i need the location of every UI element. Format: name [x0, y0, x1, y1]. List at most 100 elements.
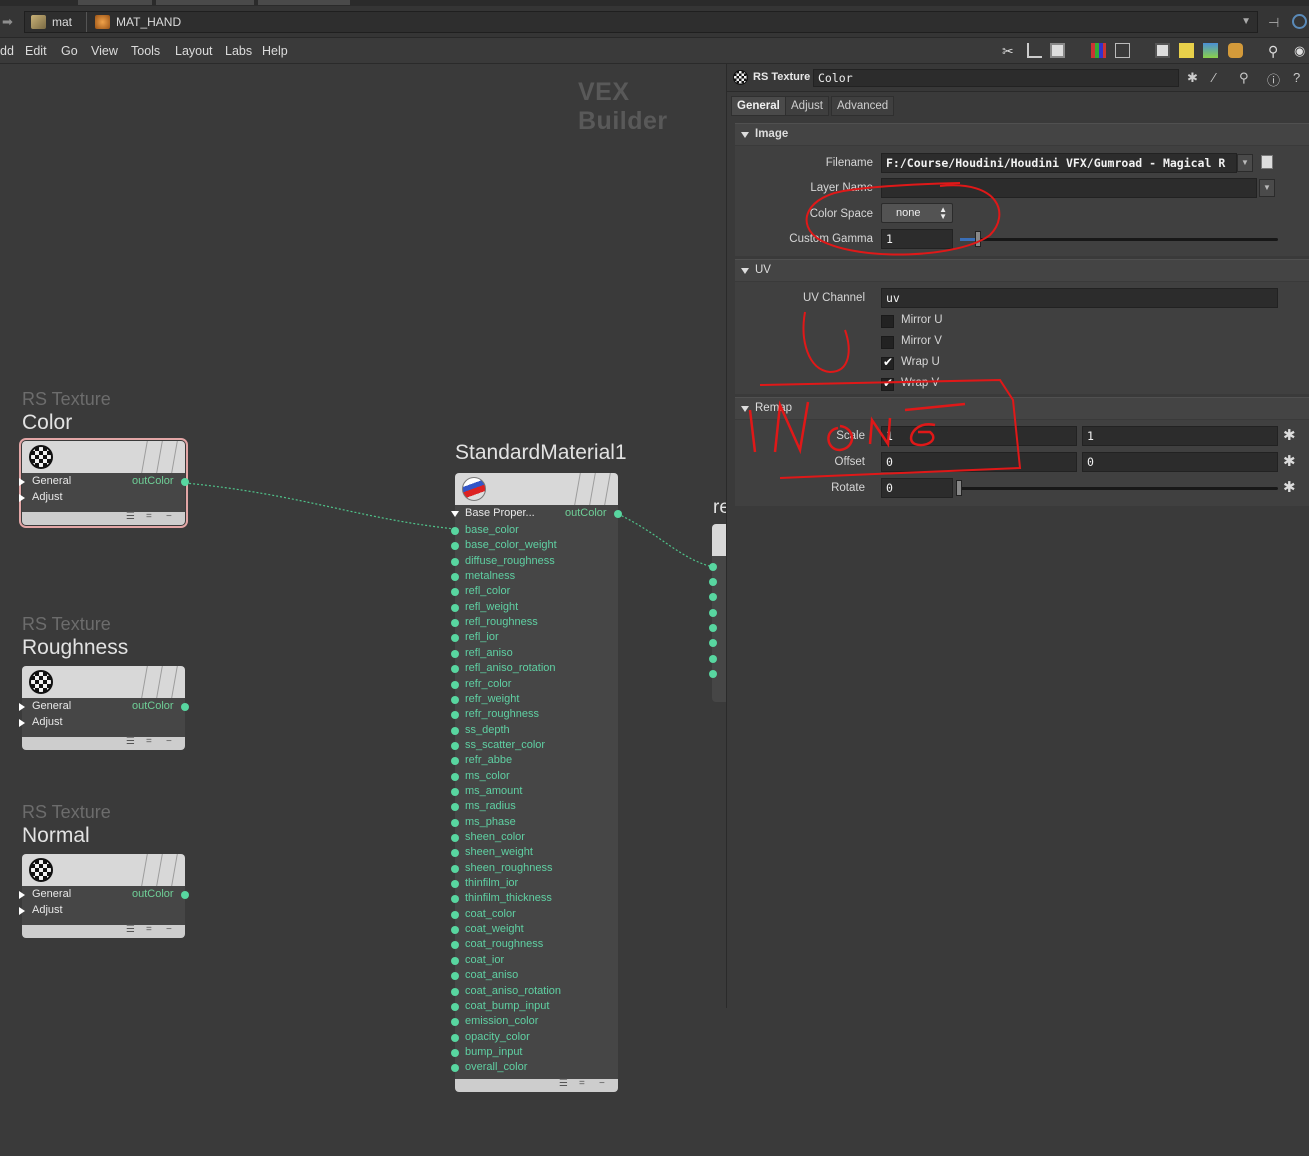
folder-remap[interactable]: Remap — [735, 397, 1309, 419]
display-icon[interactable] — [1155, 43, 1170, 58]
chevron-down-icon[interactable]: ▼ — [1259, 179, 1275, 197]
input-port[interactable] — [451, 910, 459, 919]
layer-name-field[interactable] — [881, 178, 1257, 198]
menu-item-add[interactable]: dd — [0, 44, 14, 58]
input-port[interactable] — [451, 1018, 459, 1027]
list-view-icon[interactable] — [1050, 43, 1065, 58]
gear-icon[interactable]: ✱ — [1283, 426, 1296, 444]
breadcrumb-mat[interactable]: mat — [31, 12, 72, 32]
menu-item-labs[interactable]: Labs — [225, 44, 252, 58]
network-editor[interactable]: VEX Builder RS Texture Color General Adj… — [0, 64, 726, 1156]
input-port[interactable] — [451, 588, 459, 597]
scale-x-field[interactable]: 1 — [881, 426, 1077, 446]
wire-material-to-output[interactable] — [617, 513, 714, 568]
node-standard-material[interactable]: Base Proper... outColor base_color base_c… — [451, 473, 622, 1092]
wrap-v-checkbox[interactable]: ✔ — [881, 376, 894, 391]
input-port[interactable] — [709, 655, 717, 663]
desktop-tab[interactable] — [78, 0, 152, 5]
link-icon[interactable] — [1292, 14, 1307, 29]
scale-y-field[interactable]: 1 — [1082, 426, 1278, 446]
info-icon[interactable]: ⓘ — [1267, 70, 1280, 89]
menu-item-help[interactable]: Help — [262, 44, 288, 58]
input-port[interactable] — [451, 1048, 459, 1057]
input-port[interactable] — [451, 665, 459, 674]
input-port[interactable] — [451, 864, 459, 873]
rotate-field[interactable]: 0 — [881, 478, 953, 498]
input-port[interactable] — [451, 987, 459, 996]
background-image-icon[interactable] — [1203, 43, 1218, 58]
node-section-general[interactable]: General — [32, 475, 71, 487]
node-rs-texture-normal[interactable]: General Adjust outColor ☰ = − — [19, 854, 189, 938]
input-port[interactable] — [451, 818, 459, 827]
expand-arrow-icon[interactable] — [19, 719, 25, 727]
node-name-field[interactable]: Color — [813, 69, 1179, 87]
input-port[interactable] — [451, 695, 459, 704]
wire-color-to-base-color[interactable] — [184, 482, 456, 530]
collapse-arrow-icon[interactable] — [451, 511, 459, 517]
input-port[interactable] — [451, 803, 459, 812]
gear-icon[interactable]: ✱ — [1187, 70, 1198, 86]
node-section-adjust[interactable]: Adjust — [32, 491, 63, 503]
offset-y-field[interactable]: 0 — [1082, 452, 1278, 472]
input-port[interactable] — [451, 895, 459, 904]
wrap-u-checkbox[interactable]: ✔ — [881, 355, 894, 370]
gear-icon[interactable]: ✱ — [1283, 452, 1296, 470]
node-section-adjust[interactable]: Adjust — [32, 904, 63, 916]
input-port[interactable] — [709, 670, 717, 678]
color-space-menu[interactable]: none ▲ ▼ — [881, 203, 953, 223]
input-port[interactable] — [451, 711, 459, 720]
menu-item-layout[interactable]: Layout — [175, 44, 213, 58]
node-name-label[interactable]: StandardMaterial1 — [455, 441, 627, 465]
menu-item-go[interactable]: Go — [61, 44, 78, 58]
custom-gamma-slider[interactable] — [960, 238, 1278, 241]
folder-image[interactable]: Image — [735, 123, 1309, 145]
pin-icon[interactable]: ⊣ — [1268, 15, 1279, 31]
tile-view-icon[interactable] — [1115, 43, 1130, 58]
custom-gamma-field[interactable]: 1 — [881, 229, 953, 249]
help-icon[interactable]: ? — [1293, 70, 1300, 85]
input-port[interactable] — [451, 787, 459, 796]
breadcrumb-mat-hand[interactable]: MAT_HAND — [95, 12, 181, 32]
input-port[interactable] — [709, 639, 717, 647]
input-port[interactable] — [709, 578, 717, 586]
input-port[interactable] — [451, 772, 459, 781]
input-port[interactable] — [709, 624, 717, 632]
node-section-general[interactable]: General — [32, 888, 71, 900]
input-port[interactable] — [451, 926, 459, 935]
back-arrow-icon[interactable]: ➡ — [2, 14, 13, 30]
input-port[interactable] — [451, 956, 459, 965]
input-port[interactable] — [709, 563, 717, 571]
input-port[interactable] — [451, 603, 459, 612]
menu-item-tools[interactable]: Tools — [131, 44, 160, 58]
desktop-tab[interactable] — [258, 0, 350, 5]
tree-view-icon[interactable] — [1027, 43, 1042, 58]
input-port[interactable] — [451, 726, 459, 735]
input-port[interactable] — [451, 680, 459, 689]
input-port[interactable] — [451, 880, 459, 889]
input-port[interactable] — [451, 573, 459, 582]
search-icon[interactable]: ⚲ — [1239, 70, 1249, 86]
input-port[interactable] — [451, 1002, 459, 1011]
expand-arrow-icon[interactable] — [19, 703, 25, 711]
node-section-adjust[interactable]: Adjust — [32, 716, 63, 728]
node-name-label[interactable]: Normal — [22, 824, 90, 848]
expand-arrow-icon[interactable] — [19, 494, 25, 502]
filename-field[interactable]: F:/Course/Houdini/Houdini VFX/Gumroad - … — [881, 153, 1237, 173]
input-port[interactable] — [451, 757, 459, 766]
tools-icon[interactable]: ✂ — [1002, 43, 1017, 59]
output-port[interactable] — [614, 510, 622, 518]
network-box-icon[interactable] — [1228, 43, 1243, 58]
folder-uv[interactable]: UV — [735, 259, 1309, 281]
node-name-label[interactable]: Color — [22, 411, 72, 435]
output-port[interactable] — [181, 703, 189, 711]
rotate-slider[interactable] — [960, 487, 1278, 490]
input-port[interactable] — [451, 542, 459, 551]
sticky-note-icon[interactable] — [1179, 43, 1194, 58]
node-header[interactable] — [22, 666, 185, 698]
node-section-general[interactable]: General — [32, 700, 71, 712]
menu-item-edit[interactable]: Edit — [25, 44, 47, 58]
mirror-u-checkbox[interactable] — [881, 315, 894, 328]
node-header[interactable] — [22, 854, 185, 886]
mirror-v-checkbox[interactable] — [881, 336, 894, 349]
input-port[interactable] — [451, 834, 459, 842]
